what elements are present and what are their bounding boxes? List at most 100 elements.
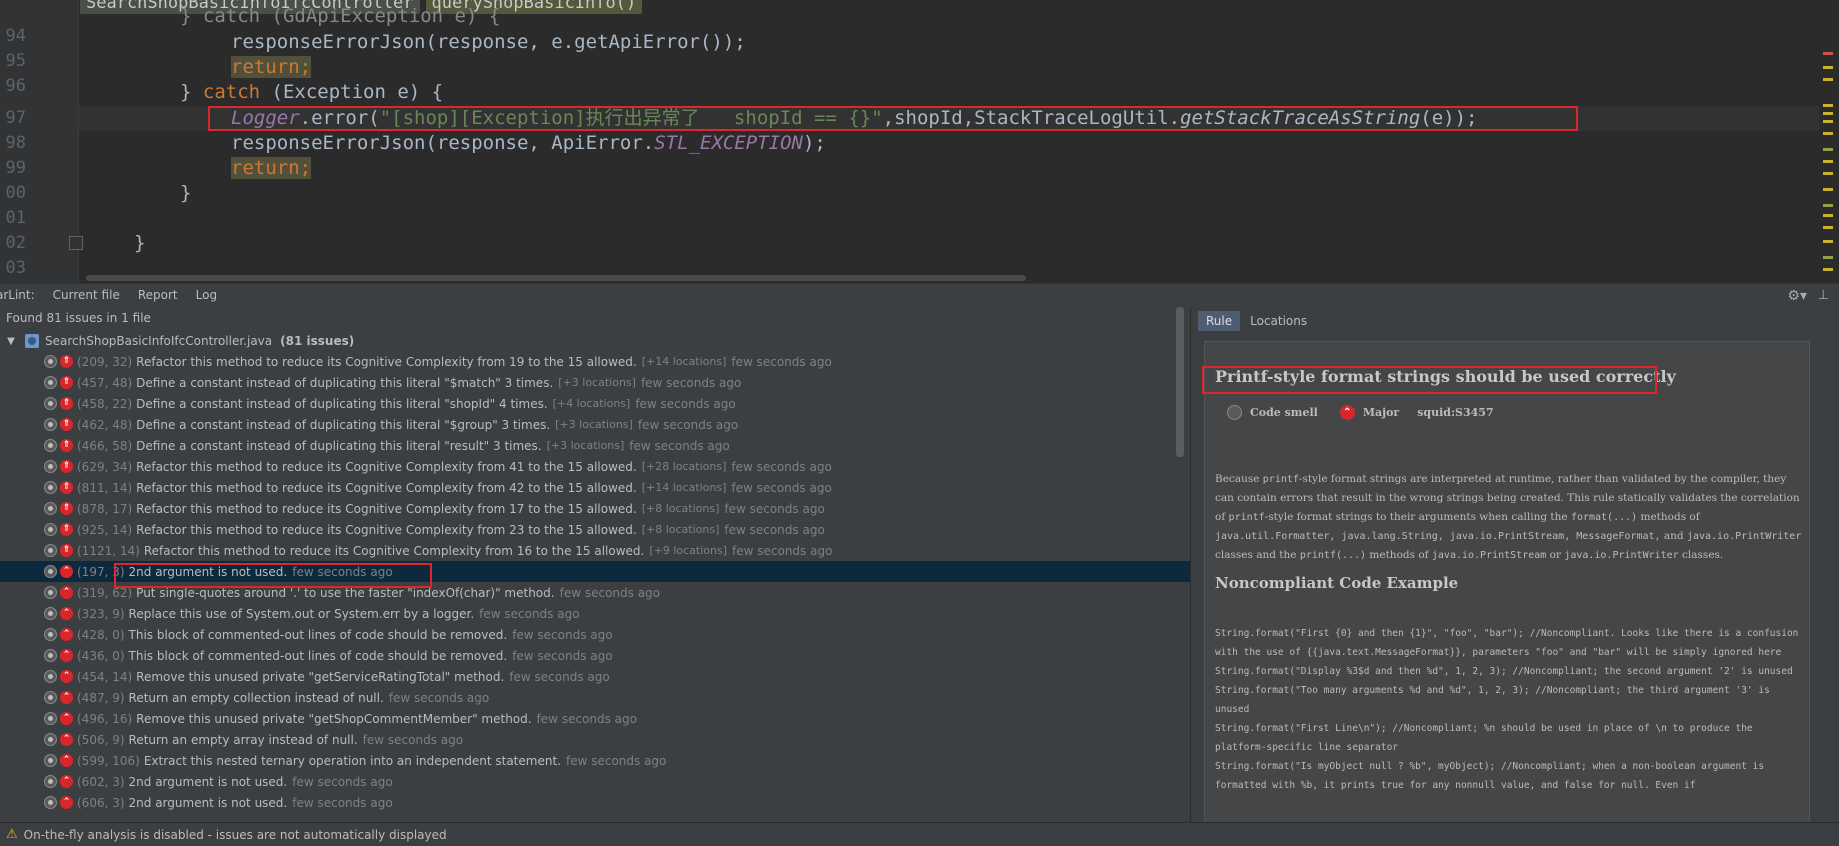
warning-mark[interactable] <box>1823 120 1833 123</box>
line-number: 03 <box>5 258 26 278</box>
issue-row[interactable]: ⌃ (436, 0) This block of commented-out lin… <box>0 645 1190 666</box>
vertical-scrollbar[interactable] <box>1176 307 1184 457</box>
code-smell-icon <box>1227 405 1242 420</box>
code-smell-icon <box>44 523 57 536</box>
issue-count: (81 issues) <box>280 334 355 348</box>
issue-message: Return an empty array instead of null. <box>128 732 358 747</box>
code-smell-icon <box>44 775 57 788</box>
line-number: 00 <box>5 183 26 203</box>
tab-current-file[interactable]: Current file <box>44 284 129 307</box>
sonarlint-title: arLint: <box>0 288 35 302</box>
issue-extra-locations: [+8 locations] <box>641 502 720 515</box>
warning-mark[interactable] <box>1823 112 1833 115</box>
issue-message: Return an empty collection instead of nu… <box>128 690 384 705</box>
issue-location: (629, 34) <box>77 459 133 474</box>
rule-key: squid:S3457 <box>1417 406 1494 419</box>
file-node[interactable]: ▼ SearchShopBasicInfoIfcController.java … <box>0 331 1190 351</box>
rule-type: Code smell <box>1250 406 1318 419</box>
error-stripe[interactable] <box>1823 0 1833 283</box>
issue-message: Refactor this method to reduce its Cogni… <box>136 501 637 516</box>
issue-message: Remove this unused private "getShopComme… <box>136 711 532 726</box>
issue-row[interactable]: ⇑ (925, 14) Refactor this method to reduce… <box>0 519 1190 540</box>
issue-message: Define a constant instead of duplicating… <box>136 375 554 390</box>
collapse-icon[interactable]: ▼ <box>1 336 21 347</box>
warning-mark[interactable] <box>1823 172 1833 175</box>
warning-mark[interactable] <box>1823 78 1833 81</box>
issue-row[interactable]: ⇑ (457, 48) Define a constant instead of d… <box>0 372 1190 393</box>
issue-row[interactable]: ⌃ (602, 3) 2nd argument is not used. few se… <box>0 771 1190 792</box>
code-editor[interactable]: SearchShopBasicInfoIfcController querySh… <box>0 0 1839 283</box>
rule-description: Printf-style format strings should be us… <box>1204 341 1810 824</box>
warning-mark[interactable] <box>1823 66 1833 69</box>
issue-row[interactable]: ⌃ (496, 16) Remove this unused private "ge… <box>0 708 1190 729</box>
issue-location: (462, 48) <box>77 417 133 432</box>
error-mark[interactable] <box>1823 52 1833 55</box>
horizontal-scrollbar[interactable] <box>86 275 1026 281</box>
warning-mark[interactable] <box>1823 268 1833 271</box>
major-severity-icon: ⌃ <box>60 628 73 641</box>
major-severity-icon: ⌃ <box>1339 405 1355 420</box>
warning-mark[interactable] <box>1823 104 1833 107</box>
code-smell-icon <box>44 418 57 431</box>
issue-row[interactable]: ⌃ (323, 9) Replace this use of System.out … <box>0 603 1190 624</box>
file-name: SearchShopBasicInfoIfcController.java <box>45 334 273 348</box>
issue-age: few seconds ago <box>640 375 742 390</box>
issue-row[interactable]: ⌃ (487, 9) Return an empty collection inst… <box>0 687 1190 708</box>
code-smell-icon <box>44 628 57 641</box>
issue-row[interactable]: ⇑ (462, 48) Define a constant instead of d… <box>0 414 1190 435</box>
issue-row[interactable]: ⌃ (428, 0) This block of commented-out lin… <box>0 624 1190 645</box>
tab-rule[interactable]: Rule <box>1198 311 1241 331</box>
issue-message: Refactor this method to reduce its Cogni… <box>136 480 637 495</box>
tab-log[interactable]: Log <box>187 284 226 307</box>
hide-panel-icon[interactable]: ⊥ <box>1818 288 1829 303</box>
info-mark[interactable] <box>1823 256 1833 259</box>
warning-mark[interactable] <box>1823 240 1833 243</box>
code-line-94: responseErrorJson(response, e.getApiErro… <box>231 31 746 53</box>
issue-extra-locations: [+28 locations] <box>641 460 727 473</box>
gear-icon[interactable]: ⚙▾ <box>1787 288 1807 304</box>
issue-row[interactable]: ⇑ (878, 17) Refactor this method to reduce… <box>0 498 1190 519</box>
critical-severity-icon: ⇑ <box>60 376 73 389</box>
major-severity-icon: ⌃ <box>60 607 73 620</box>
issue-location: (458, 22) <box>77 396 133 411</box>
issue-location: (878, 17) <box>77 501 133 516</box>
issue-row[interactable]: ⇑ (458, 22) Define a constant instead of d… <box>0 393 1190 414</box>
issue-row[interactable]: ⌃ (506, 9) Return an empty array instead o… <box>0 729 1190 750</box>
major-severity-icon: ⌃ <box>60 565 73 578</box>
warning-mark[interactable] <box>1823 226 1833 229</box>
issue-location: (599, 106) <box>77 753 140 768</box>
highlight-box-code <box>208 106 1578 131</box>
issue-message: Define a constant instead of duplicating… <box>136 438 542 453</box>
code-smell-icon <box>44 565 57 578</box>
code-line-93: } catch (GdApiException e) { <box>180 5 501 27</box>
info-mark[interactable] <box>1823 204 1833 207</box>
fold-icon[interactable] <box>69 236 83 250</box>
warning-mark[interactable] <box>1823 132 1833 135</box>
issue-row[interactable]: ⇑ (1121, 14) Refactor this method to reduc… <box>0 540 1190 561</box>
warning-mark[interactable] <box>1823 188 1833 191</box>
tab-report[interactable]: Report <box>129 284 187 307</box>
critical-severity-icon: ⇑ <box>60 397 73 410</box>
issue-row[interactable]: ⇑ (811, 14) Refactor this method to reduce… <box>0 477 1190 498</box>
issue-message: Remove this unused private "getServiceRa… <box>136 669 505 684</box>
issue-extra-locations: [+3 locations] <box>546 439 625 452</box>
issue-row[interactable]: ⇑ (209, 32) Refactor this method to reduce… <box>0 351 1190 372</box>
constant: STL_EXCEPTION <box>654 132 803 154</box>
issue-row[interactable]: ⌃ (454, 14) Remove this unused private "ge… <box>0 666 1190 687</box>
issue-location: (925, 14) <box>77 522 133 537</box>
warning-mark[interactable] <box>1823 160 1833 163</box>
return-keyword: return; <box>231 56 312 78</box>
issue-message: This block of commented-out lines of cod… <box>128 648 508 663</box>
warning-mark[interactable] <box>1823 214 1833 217</box>
issue-row[interactable]: ⇑ (629, 34) Refactor this method to reduce… <box>0 456 1190 477</box>
info-mark[interactable] <box>1823 148 1833 151</box>
line-number: 01 <box>5 208 26 228</box>
issue-row[interactable]: ⌃ (606, 3) 2nd argument is not used. few se… <box>0 792 1190 813</box>
tab-locations[interactable]: Locations <box>1242 311 1315 331</box>
code-smell-icon <box>44 607 57 620</box>
issue-row[interactable]: ⇑ (466, 58) Define a constant instead of d… <box>0 435 1190 456</box>
issue-row[interactable]: ⌃ (599, 106) Extract this nested ternary o… <box>0 750 1190 771</box>
issue-age: few seconds ago <box>388 690 490 705</box>
issue-extra-locations: [+9 locations] <box>649 544 728 557</box>
code-smell-icon <box>44 670 57 683</box>
